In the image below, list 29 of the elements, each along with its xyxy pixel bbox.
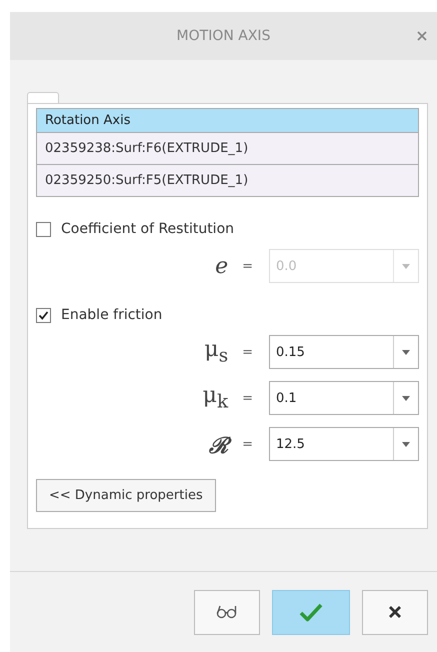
dropdown-arrow-icon[interactable] <box>402 396 410 400</box>
equals-sign: = <box>242 436 253 452</box>
dropdown-arrow-icon[interactable] <box>402 442 410 446</box>
value-dropdown[interactable]: 0.15 <box>269 335 419 369</box>
close-icon <box>388 605 402 619</box>
cancel-button[interactable] <box>362 590 428 634</box>
checkbox[interactable] <box>36 308 51 322</box>
equals-sign: = <box>242 344 253 360</box>
symbol-label: e <box>214 254 228 278</box>
list-item[interactable]: 02359250:Surf:F5(EXTRUDE_1) <box>37 164 418 196</box>
dropdown-arrow-icon[interactable] <box>402 350 410 354</box>
close-icon[interactable] <box>417 31 427 41</box>
glasses-icon <box>216 605 238 619</box>
preview-button[interactable] <box>194 590 260 634</box>
value-dropdown[interactable]: 0.1 <box>269 381 419 415</box>
checkbox-label: Coefficient of Restitution <box>61 221 234 237</box>
list-header: Rotation Axis <box>37 109 418 132</box>
window-title: MOTION AXIS <box>176 28 270 44</box>
symbol-label: μ$_{s}$ <box>203 337 228 367</box>
list-item[interactable]: 02359238:Surf:F6(EXTRUDE_1) <box>37 132 418 164</box>
equals-sign: = <box>242 390 253 406</box>
reference-list[interactable]: Rotation Axis 02359238:Surf:F6(EXTRUDE_1) 02359250:Surf:F5(EXTRUDE_1) <box>36 108 419 197</box>
equals-sign: = <box>242 258 253 274</box>
dynamic-properties-button[interactable]: << Dynamic properties <box>36 479 216 512</box>
checkmark-icon <box>299 602 323 622</box>
checkbox[interactable] <box>36 222 51 236</box>
value-dropdown[interactable]: 12.5 <box>269 427 419 461</box>
checkbox-label: Enable friction <box>61 307 162 323</box>
symbol-label: μ$_{k}$ <box>202 383 228 413</box>
